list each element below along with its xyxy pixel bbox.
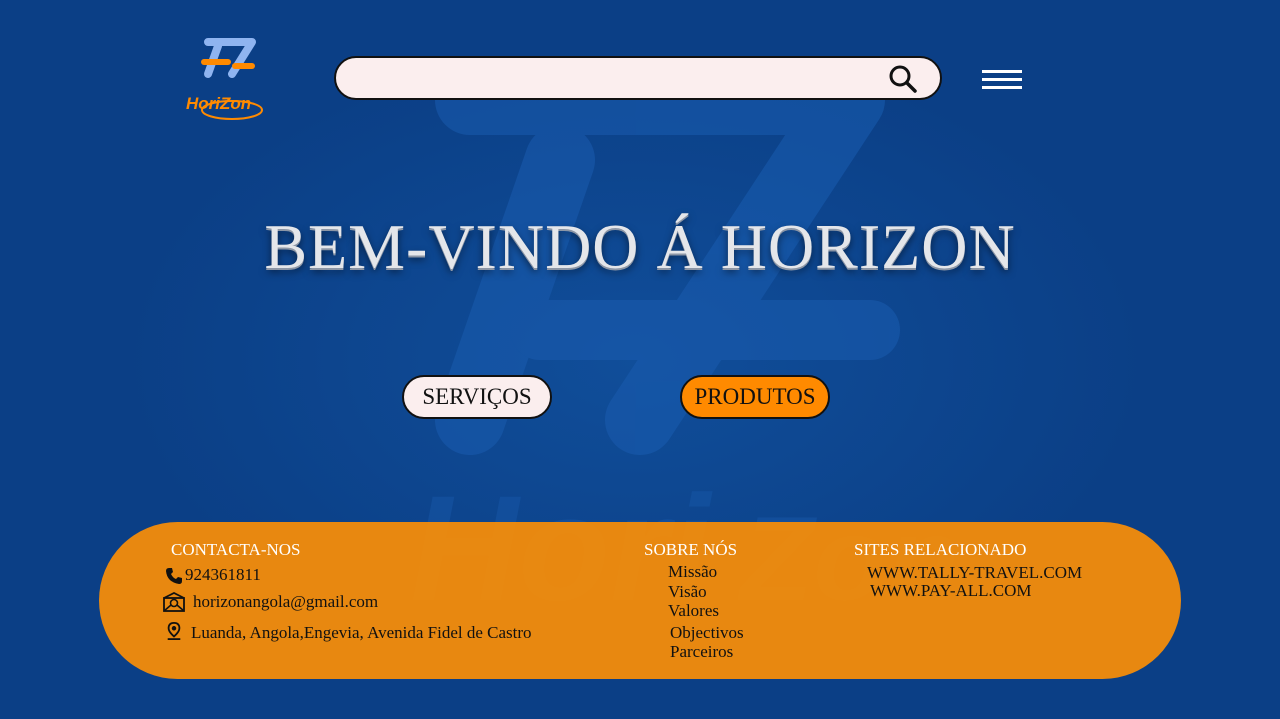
about-item-missao[interactable]: Missão xyxy=(668,562,717,582)
produtos-button[interactable]: PRODUTOS xyxy=(680,375,830,419)
horizon-logo[interactable]: HoriZon xyxy=(180,34,270,124)
contact-phone[interactable]: 924361811 xyxy=(185,565,261,585)
search-bar[interactable] xyxy=(334,56,942,100)
menu-line xyxy=(982,78,1022,81)
about-item-parceiros[interactable]: Parceiros xyxy=(670,642,733,662)
menu-line xyxy=(982,70,1022,73)
search-input[interactable] xyxy=(354,64,878,94)
servicos-button[interactable]: SERVIÇOS xyxy=(402,375,552,419)
site-link-pay-all[interactable]: WWW.PAY-ALL.COM xyxy=(870,581,1032,601)
location-pin-icon xyxy=(167,622,181,640)
about-title: SOBRE NÓS xyxy=(644,540,738,559)
logo-text: HoriZon xyxy=(186,94,252,113)
footer: CONTACTA-NOS 924361811 horizonangola@gma… xyxy=(99,522,1181,679)
contact-address: Luanda, Angola,Engevia, Avenida Fidel de… xyxy=(191,623,532,642)
sites-title: SITES RELACIONADO xyxy=(854,540,1027,559)
contact-email[interactable]: horizonangola@gmail.com xyxy=(193,592,378,612)
about-item-objectivos[interactable]: Objectivos xyxy=(670,623,744,643)
about-item-valores[interactable]: Valores xyxy=(668,601,719,621)
email-icon xyxy=(163,592,185,612)
search-icon[interactable] xyxy=(888,64,918,94)
phone-icon xyxy=(166,568,182,584)
contact-title: CONTACTA-NOS xyxy=(171,540,301,559)
about-item-visao[interactable]: Visão xyxy=(668,582,707,602)
hamburger-menu-icon[interactable] xyxy=(982,70,1022,92)
site-link-tally-travel[interactable]: WWW.TALLY-TRAVEL.COM xyxy=(867,563,1082,583)
hero-title: BEM-VINDO Á HORIZON xyxy=(264,211,1016,282)
menu-line xyxy=(982,86,1022,89)
